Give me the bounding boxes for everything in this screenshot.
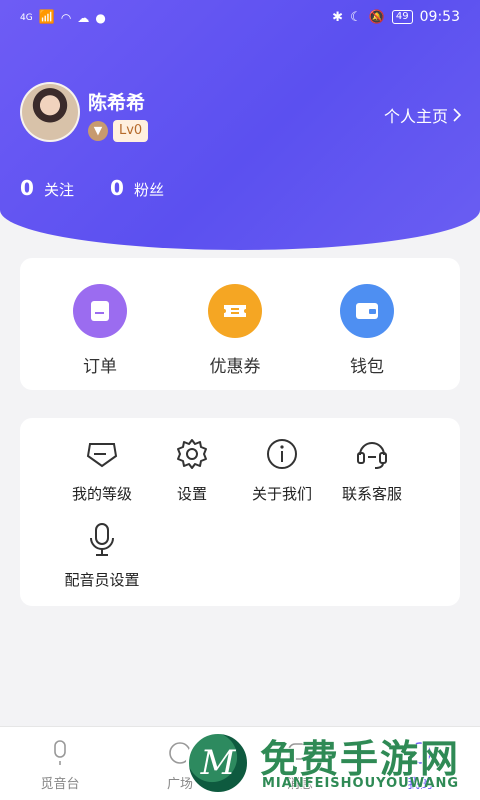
voice-actor-settings-label: 配音员设置 <box>64 571 140 589</box>
watermark: M 免费手游网 MIANFEISHOUYOUWANG <box>182 726 480 800</box>
signal-icon: 📶 <box>38 10 55 25</box>
my-level-label: 我的等级 <box>71 485 132 503</box>
tab-mic-stage-label: 觅音台 <box>40 777 80 792</box>
avatar[interactable] <box>20 82 80 142</box>
coupon-icon <box>208 284 262 338</box>
username: 陈希希 <box>88 92 146 114</box>
headset-icon <box>352 434 392 474</box>
following-count: 0 <box>20 176 34 200</box>
voice-actor-settings-button[interactable]: 配音员设置 <box>57 520 147 590</box>
my-level-button[interactable]: 我的等级 <box>57 434 147 504</box>
settings-button[interactable]: 设置 <box>147 434 237 504</box>
tab-mic-stage[interactable]: 觅音台 <box>20 739 100 792</box>
wallet-icon <box>340 284 394 338</box>
stats-row: 0 关注 0 粉丝 <box>20 176 164 200</box>
watermark-title: 免费手游网 <box>260 737 461 781</box>
contact-support-button[interactable]: 联系客服 <box>327 434 417 504</box>
microphone-tab-icon <box>46 739 74 767</box>
followers-count: 0 <box>110 176 124 200</box>
quick-actions-card: 订单 优惠券 钱包 <box>20 258 460 390</box>
level-badge-icon: ▼ <box>88 121 108 141</box>
watermark-logo: M <box>186 731 250 795</box>
about-us-button[interactable]: 关于我们 <box>237 434 327 504</box>
battery-icon: 49 <box>391 10 413 24</box>
homepage-link[interactable]: 个人主页 <box>384 103 462 127</box>
coupons-button[interactable]: 优惠券 <box>175 284 295 377</box>
settings-label: 设置 <box>176 485 207 503</box>
followers-label: 粉丝 <box>134 181 165 199</box>
wechat-icon: ● <box>95 10 106 25</box>
moon-icon: ☾ <box>350 9 362 25</box>
following-stat[interactable]: 0 关注 <box>20 176 74 200</box>
order-icon <box>73 284 127 338</box>
level-icon <box>82 434 122 474</box>
wifi-icon: ◠ <box>60 10 72 25</box>
settings-menu-card: 我的等级 设置 关于我们 联系客服 配音员设置 <box>20 418 460 606</box>
cloud-icon: ☁ <box>77 10 90 25</box>
contact-support-label: 联系客服 <box>341 485 402 503</box>
followers-stat[interactable]: 0 粉丝 <box>110 176 164 200</box>
network-label: 4G <box>20 12 33 23</box>
coupons-label: 优惠券 <box>209 357 261 377</box>
following-label: 关注 <box>44 181 75 199</box>
about-us-label: 关于我们 <box>251 485 312 503</box>
info-icon <box>262 434 302 474</box>
orders-label: 订单 <box>83 357 117 377</box>
wallet-button[interactable]: 钱包 <box>307 284 427 377</box>
mute-icon: 🔕 <box>368 9 385 25</box>
gear-icon <box>172 434 212 474</box>
profile-header: 4G 📶 ◠ ☁ ● ✱ ☾ 🔕 49 09:53 陈希希 ▼ Lv0 个人主页… <box>0 0 480 250</box>
level-badge: Lv0 <box>113 120 149 142</box>
watermark-subtitle: MIANFEISHOUYOUWANG <box>262 776 460 791</box>
homepage-label: 个人主页 <box>383 107 448 126</box>
orders-button[interactable]: 订单 <box>40 284 160 377</box>
microphone-icon <box>82 520 122 560</box>
wallet-label: 钱包 <box>350 357 384 377</box>
bluetooth-icon: ✱ <box>332 9 344 25</box>
chevron-right-icon <box>453 108 462 122</box>
status-bar: 4G 📶 ◠ ☁ ● ✱ ☾ 🔕 49 09:53 <box>0 0 480 36</box>
clock: 09:53 <box>419 9 460 25</box>
